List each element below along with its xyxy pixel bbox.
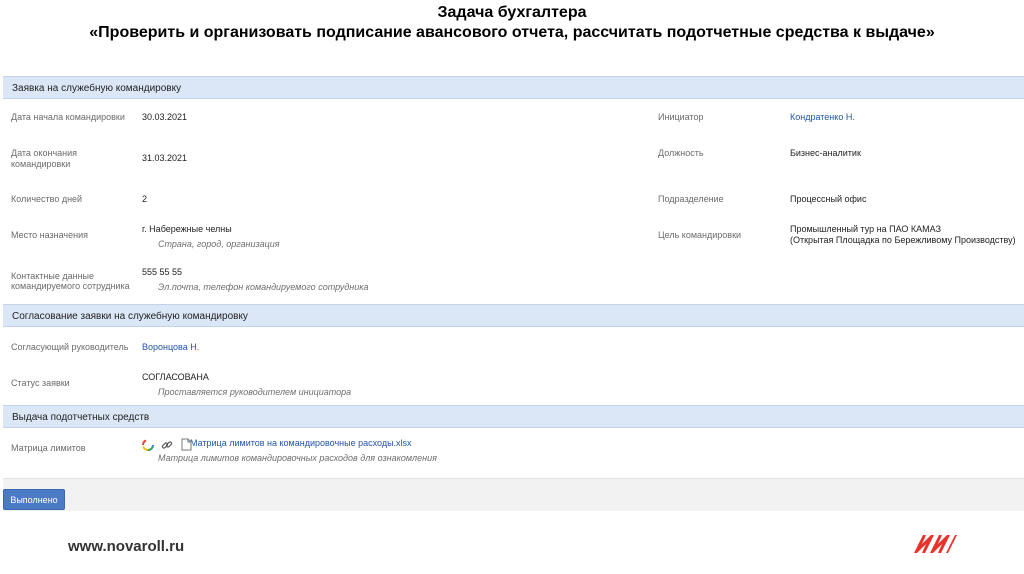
matrix-hint: Матрица лимитов командировочных расходов… (158, 453, 437, 463)
done-button[interactable]: Выполнено (3, 489, 65, 510)
initiator-label: Инициатор (658, 112, 704, 122)
contact-label-2: командируемого сотрудника (11, 281, 130, 291)
days-value: 2 (142, 194, 148, 204)
page-title-line1: Задача бухгалтера (437, 4, 587, 21)
department-value: Процессный офис (790, 194, 867, 204)
days-label: Количество дней (11, 194, 83, 204)
matrix-file-link[interactable]: Матрица лимитов на командировочные расхо… (190, 438, 412, 449)
purpose-line2: (Открытая Площадка по Бережливому Произв… (790, 235, 1016, 245)
end-date-label-2: командировки (11, 159, 71, 169)
start-date-label: Дата начала командировки (11, 112, 125, 122)
section-funds: Выдача подотчетных средств (3, 405, 1024, 428)
manager-link[interactable]: Воронцова Н. (142, 342, 199, 353)
contact-value[interactable]: 555 55 55 (142, 267, 182, 278)
end-date-value: 31.03.2021 (142, 153, 188, 163)
end-date-label-1: Дата окончания (11, 148, 78, 158)
position-label: Должность (658, 148, 704, 158)
department-label: Подразделение (658, 194, 724, 204)
status-label: Статус заявки (11, 378, 70, 388)
novaroll-logo (912, 532, 958, 556)
file-icons (141, 438, 195, 452)
contact-hint: Эл.почта, телефон командируемого сотрудн… (158, 282, 369, 292)
action-bar (3, 478, 1024, 511)
start-date-value: 30.03.2021 (142, 112, 188, 122)
purpose-label: Цель командировки (658, 230, 742, 240)
matrix-label: Матрица лимитов (11, 443, 86, 453)
position-value: Бизнес-аналитик (790, 148, 861, 158)
google-drive-icon[interactable] (141, 438, 154, 456)
document-icon[interactable] (181, 438, 192, 456)
destination-hint: Страна, город, организация (158, 239, 280, 249)
section-approval: Согласование заявки на служебную команди… (3, 304, 1024, 327)
manager-label: Согласующий руководитель (11, 342, 129, 352)
status-value: СОГЛАСОВАНА (142, 372, 209, 382)
initiator-link[interactable]: Кондратенко Н. (790, 112, 855, 123)
purpose-line1: Промышленный тур на ПАО КАМАЗ (790, 224, 942, 234)
section-trip-request: Заявка на служебную командировку (3, 76, 1024, 99)
link-icon[interactable] (161, 438, 173, 456)
footer-url[interactable]: www.novaroll.ru (68, 538, 184, 555)
page-title-line2: «Проверить и организовать подписание ава… (89, 24, 935, 41)
status-hint: Проставляется руководителем инициатора (158, 387, 352, 397)
destination-value[interactable]: г. Набережные челны (142, 224, 232, 235)
destination-label: Место назначения (11, 230, 88, 240)
